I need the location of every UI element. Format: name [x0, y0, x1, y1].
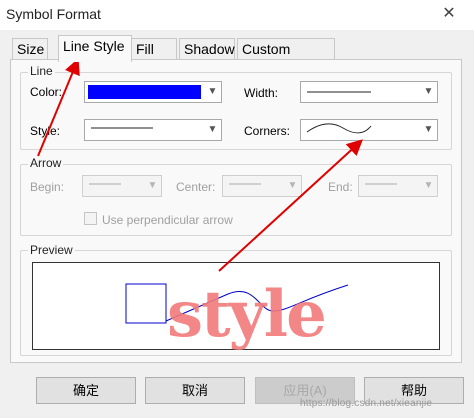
ok-button[interactable]: 确定	[36, 377, 136, 404]
tab-line-style[interactable]: Line Style	[58, 35, 132, 62]
watermark: https://blog.csdn.net/xieanjie	[300, 398, 433, 409]
arrow-to-corners-combo	[218, 139, 363, 272]
arrow-to-line-style-tab	[37, 58, 80, 157]
cancel-button[interactable]: 取消	[145, 377, 245, 404]
annotation-arrows	[37, 58, 363, 272]
